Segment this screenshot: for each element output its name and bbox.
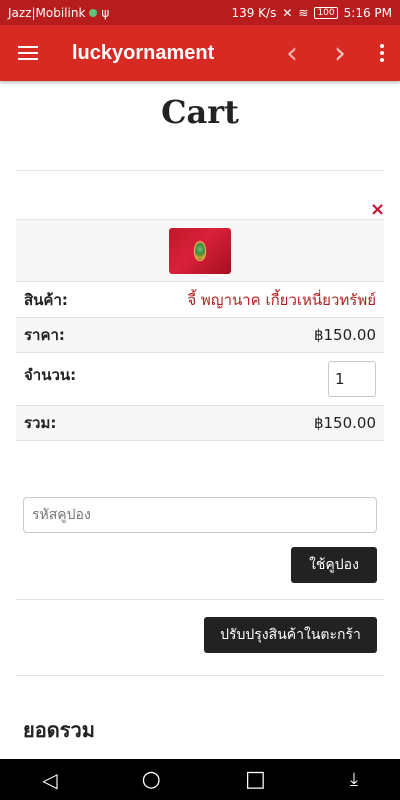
nav-notifications-icon[interactable]: ⤓ — [350, 769, 358, 790]
price-label: ราคา: — [24, 326, 65, 344]
wifi-icon: ≋ — [298, 5, 309, 20]
app-title: luckyornament — [72, 41, 215, 64]
carrier-label: Jazz|Mobilink — [8, 5, 86, 20]
network-speed: 139 K/s — [231, 5, 277, 20]
signal-dot-icon — [89, 8, 98, 17]
quantity-input[interactable]: 1 — [328, 361, 376, 397]
cart-table: สินค้า: จี้ พญานาค เกี้ยวเหนี่ยวทรัพย์ ร… — [16, 219, 384, 441]
page-title: Cart — [161, 93, 239, 131]
mute-icon: ✕ — [282, 5, 293, 20]
cart-totals-heading: ยอดรวม — [23, 718, 95, 742]
status-bar: Jazz|Mobilink ψ 139 K/s ✕ ≋ 100 5:16 PM — [0, 0, 400, 25]
nav-home-icon[interactable]: ○ — [142, 767, 161, 792]
cart-page: Cart × สินค้า: จี้ พญานาค เกี้ยวเหนี่ยวท… — [0, 81, 400, 759]
quantity-label: จำนวน: — [24, 366, 77, 384]
remove-item-icon[interactable]: × — [370, 199, 385, 220]
product-thumbnail[interactable] — [169, 227, 231, 274]
total-value: ฿150.00 — [313, 414, 376, 432]
battery-icon: 100 — [314, 6, 338, 19]
nav-recents-icon[interactable]: □ — [245, 767, 266, 792]
divider — [16, 599, 384, 600]
product-row: สินค้า: จี้ พญานาค เกี้ยวเหนี่ยวทรัพย์ — [16, 282, 384, 318]
price-value: ฿150.00 — [313, 326, 376, 344]
total-row: รวม: ฿150.00 — [16, 406, 384, 441]
usb-icon: ψ — [101, 5, 110, 20]
quantity-row: จำนวน: 1 — [16, 353, 384, 406]
apply-coupon-button[interactable]: ใช้คูปอง — [291, 547, 377, 583]
product-label: สินค้า: — [24, 290, 68, 309]
system-nav-bar: ◁ ○ □ ⤓ — [0, 759, 400, 800]
update-cart-button[interactable]: ปรับปรุงสินค้าในตะกร้า — [204, 617, 377, 653]
product-name-link[interactable]: จี้ พญานาค เกี้ยวเหนี่ยวทรัพย์ — [187, 288, 376, 312]
clock: 5:16 PM — [343, 5, 392, 20]
product-thumbnail-row — [16, 220, 384, 282]
nav-back-icon[interactable]: ◁ — [42, 768, 57, 792]
hamburger-icon[interactable] — [0, 25, 56, 81]
back-arrow-icon[interactable]: ‹ — [268, 25, 316, 81]
app-bar: luckyornament ‹ › — [0, 25, 400, 81]
total-label: รวม: — [24, 414, 57, 432]
divider — [16, 170, 384, 171]
divider — [16, 675, 384, 676]
coupon-code-input[interactable]: รหัสคูปอง — [23, 497, 377, 533]
price-row: ราคา: ฿150.00 — [16, 318, 384, 353]
pendant-image — [194, 240, 206, 261]
overflow-menu-icon[interactable] — [364, 25, 400, 81]
forward-arrow-icon[interactable]: › — [316, 25, 364, 81]
